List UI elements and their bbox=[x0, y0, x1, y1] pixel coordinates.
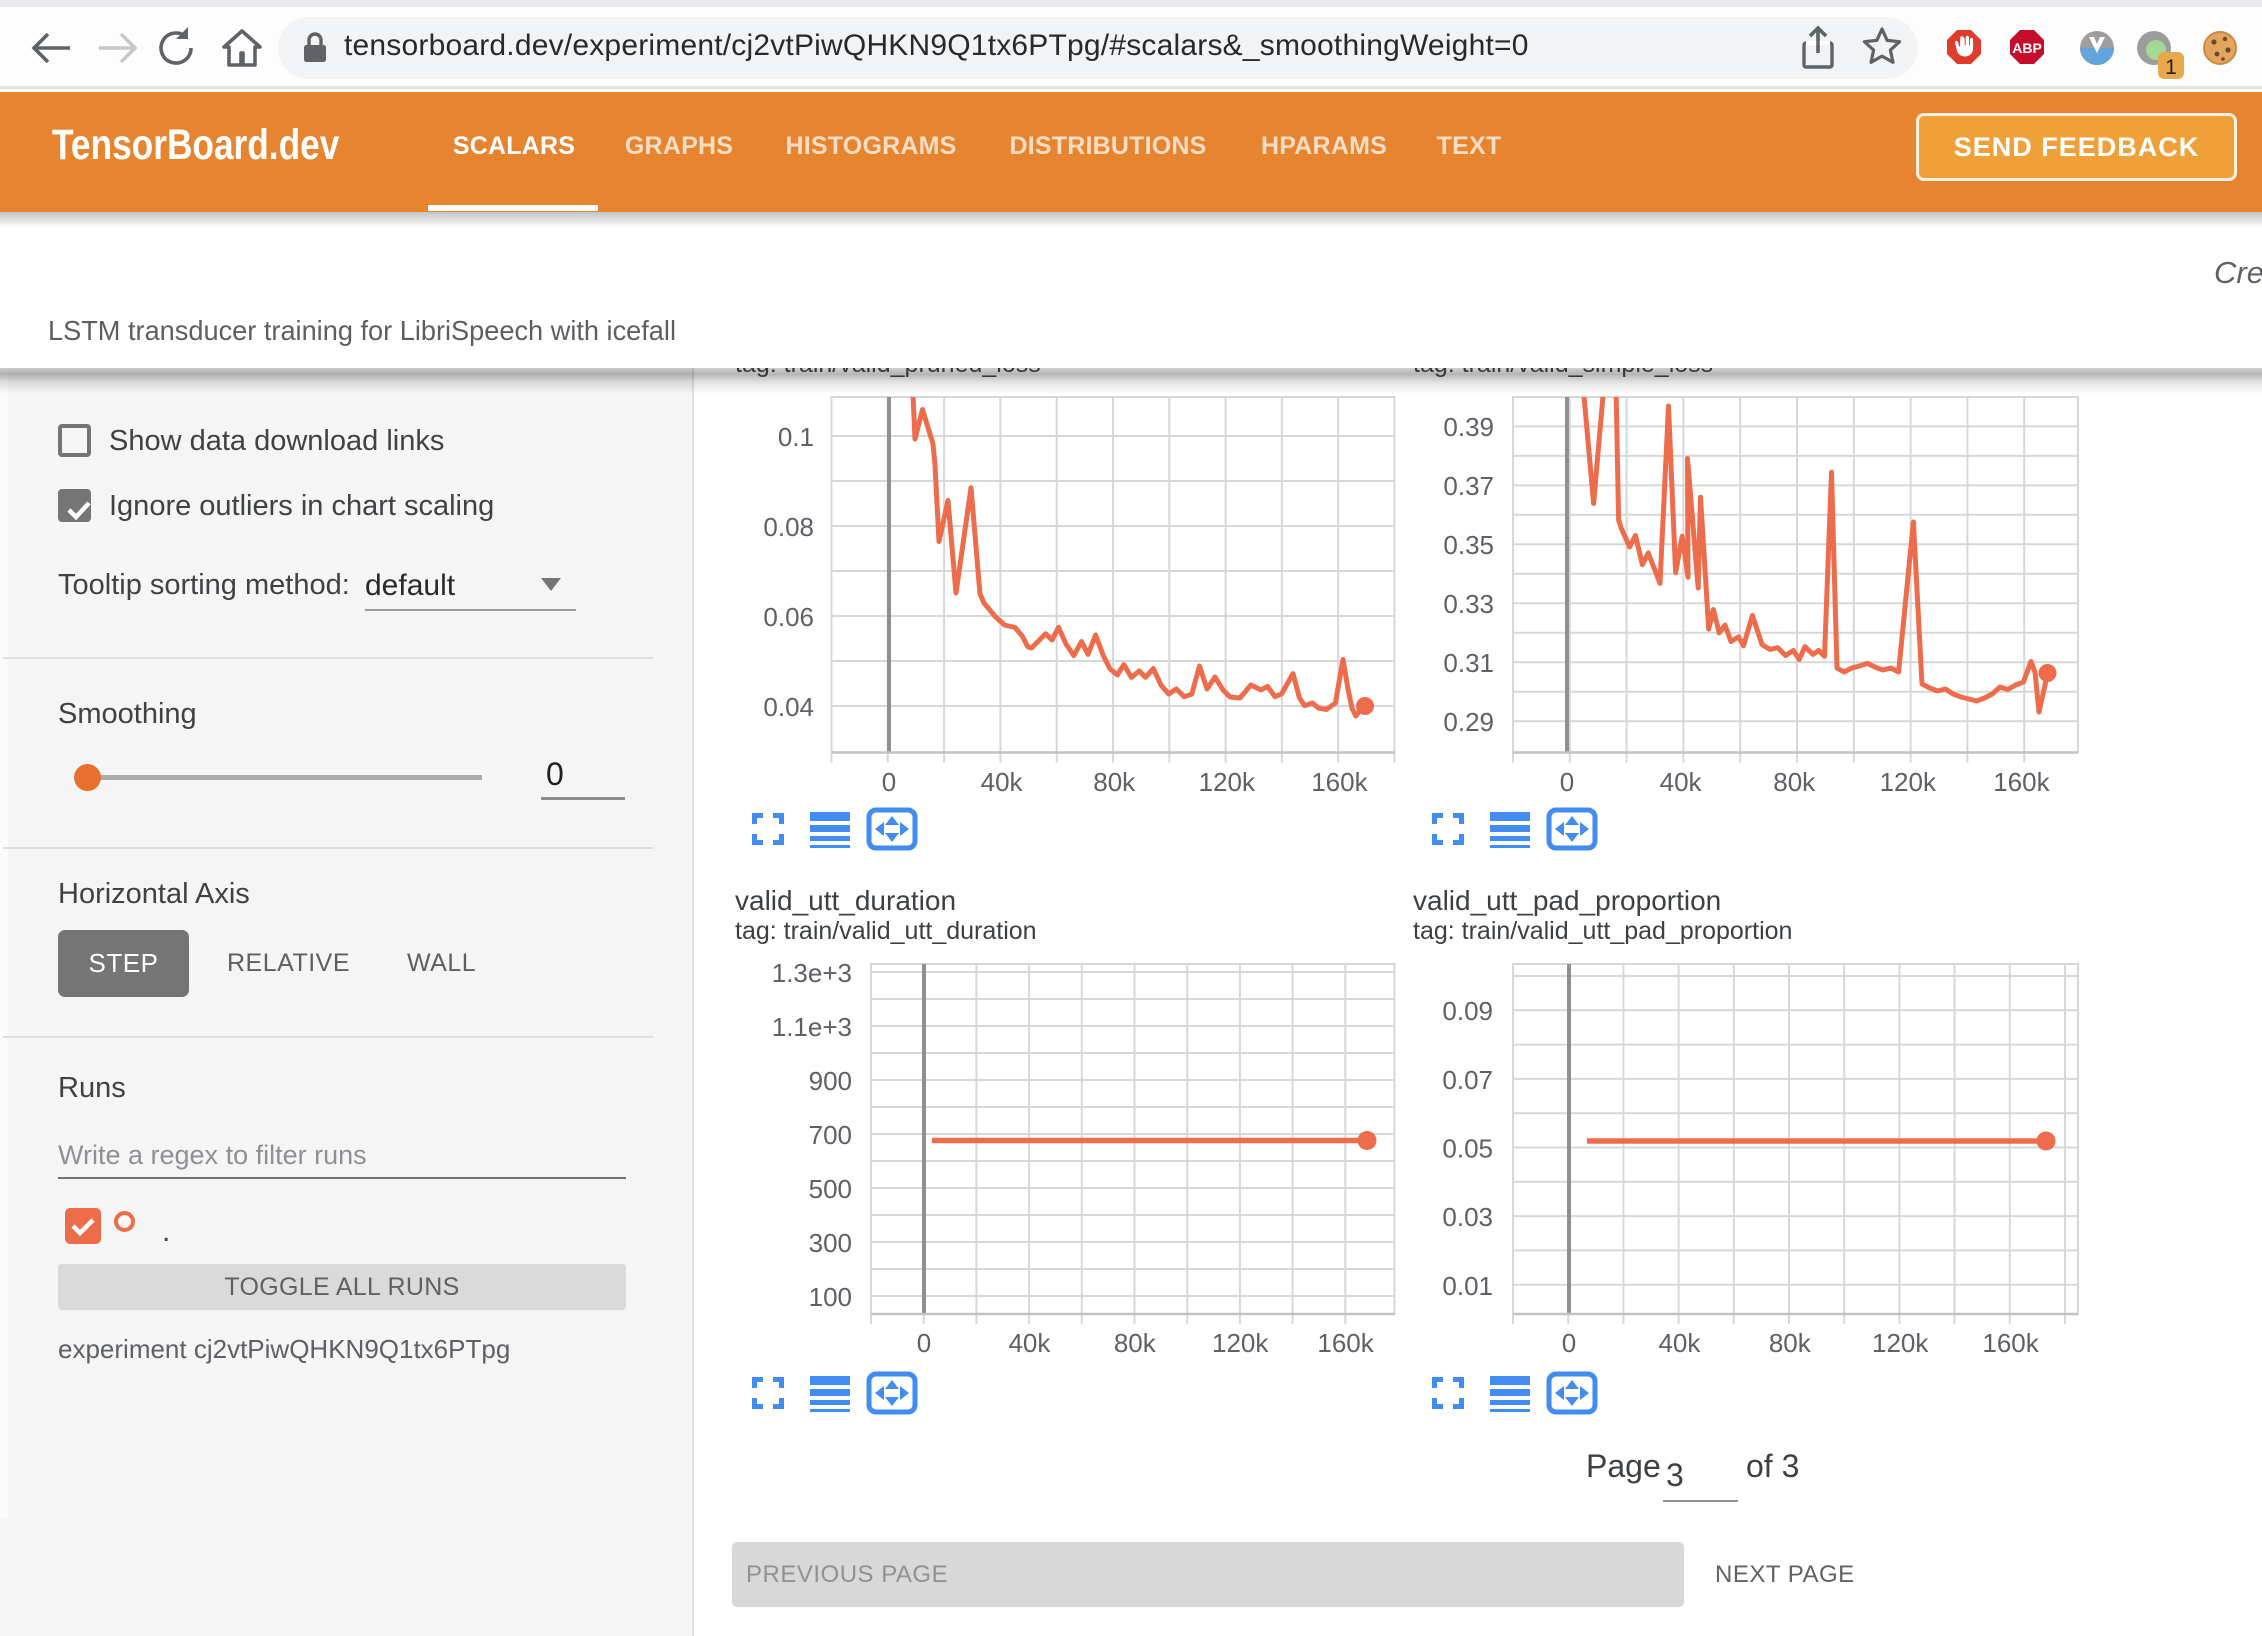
svg-text:120k: 120k bbox=[1872, 1328, 1929, 1358]
svg-text:120k: 120k bbox=[1199, 767, 1256, 797]
svg-text:0: 0 bbox=[917, 1328, 931, 1358]
svg-text:700: 700 bbox=[809, 1120, 852, 1150]
svg-text:900: 900 bbox=[809, 1066, 852, 1096]
svg-text:500: 500 bbox=[809, 1174, 852, 1204]
svg-text:ABP: ABP bbox=[2012, 40, 2042, 56]
svg-text:valid_utt_pad_proportion: valid_utt_pad_proportion bbox=[1413, 885, 1721, 916]
svg-text:100: 100 bbox=[809, 1282, 852, 1312]
svg-text:0.07: 0.07 bbox=[1442, 1065, 1493, 1095]
svg-text:0.04: 0.04 bbox=[763, 692, 814, 722]
svg-text:0.1: 0.1 bbox=[778, 422, 814, 452]
svg-text:1.1e+3: 1.1e+3 bbox=[772, 1012, 852, 1042]
svg-text:300: 300 bbox=[809, 1228, 852, 1258]
svg-text:80k: 80k bbox=[1093, 767, 1136, 797]
svg-text:40k: 40k bbox=[1008, 1328, 1051, 1358]
svg-text:120k: 120k bbox=[1212, 1328, 1269, 1358]
svg-text:160k: 160k bbox=[1311, 767, 1368, 797]
svg-text:0.03: 0.03 bbox=[1442, 1202, 1493, 1232]
svg-text:0.39: 0.39 bbox=[1443, 412, 1494, 442]
svg-text:0: 0 bbox=[882, 767, 896, 797]
svg-text:0: 0 bbox=[1560, 767, 1574, 797]
svg-text:40k: 40k bbox=[1658, 1328, 1701, 1358]
svg-text:0.29: 0.29 bbox=[1443, 707, 1494, 737]
svg-text:120k: 120k bbox=[1880, 767, 1937, 797]
svg-text:160k: 160k bbox=[1993, 767, 2050, 797]
svg-text:80k: 80k bbox=[1114, 1328, 1157, 1358]
svg-text:0.06: 0.06 bbox=[763, 602, 814, 632]
svg-text:0.09: 0.09 bbox=[1442, 996, 1493, 1026]
svg-text:tag: train/valid_utt_duration: tag: train/valid_utt_duration bbox=[735, 917, 1037, 945]
svg-text:0.35: 0.35 bbox=[1443, 530, 1494, 560]
svg-text:160k: 160k bbox=[1982, 1328, 2039, 1358]
svg-text:80k: 80k bbox=[1769, 1328, 1812, 1358]
svg-text:0.37: 0.37 bbox=[1443, 471, 1494, 501]
svg-text:80k: 80k bbox=[1773, 767, 1816, 797]
svg-text:tag: train/valid_utt_pad_propo: tag: train/valid_utt_pad_proportion bbox=[1413, 917, 1792, 945]
svg-text:160k: 160k bbox=[1317, 1328, 1374, 1358]
svg-text:0.31: 0.31 bbox=[1443, 648, 1494, 678]
svg-text:1: 1 bbox=[2165, 56, 2177, 79]
svg-text:0.05: 0.05 bbox=[1442, 1134, 1493, 1164]
svg-text:0: 0 bbox=[1562, 1328, 1576, 1358]
svg-text:0.33: 0.33 bbox=[1443, 589, 1494, 619]
svg-text:40k: 40k bbox=[981, 767, 1024, 797]
svg-text:valid_utt_duration: valid_utt_duration bbox=[735, 885, 956, 916]
svg-text:0.08: 0.08 bbox=[763, 512, 814, 542]
svg-text:40k: 40k bbox=[1660, 767, 1703, 797]
svg-text:1.3e+3: 1.3e+3 bbox=[772, 958, 852, 988]
svg-text:0.01: 0.01 bbox=[1442, 1271, 1493, 1301]
